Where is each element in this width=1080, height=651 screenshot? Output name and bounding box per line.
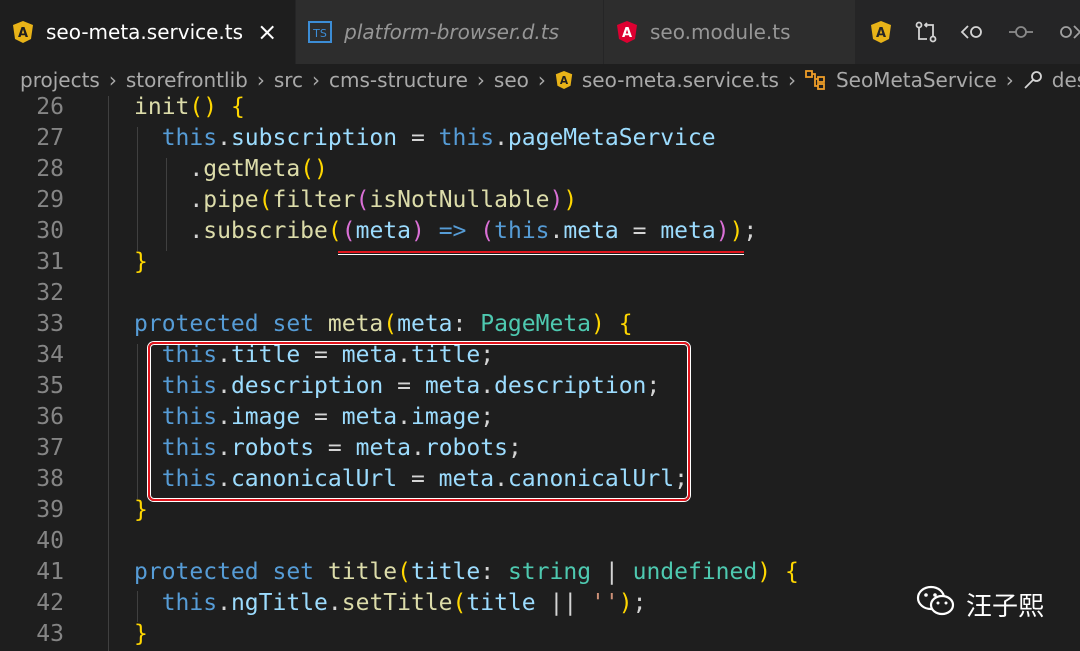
- tab-seo-module[interactable]: A seo.module.ts: [604, 0, 856, 64]
- wrench-icon: [1023, 70, 1043, 90]
- chevron-right-icon: ›: [1005, 68, 1014, 92]
- highlight-underline: [338, 251, 744, 255]
- editor-actions: A: [855, 0, 1080, 64]
- chevron-right-icon: ›: [476, 68, 485, 92]
- tab-label: seo.module.ts: [650, 20, 791, 44]
- watermark-text: 汪子熙: [966, 592, 1045, 622]
- angular-icon[interactable]: A: [870, 20, 892, 44]
- angular-icon: A: [555, 70, 573, 90]
- chevron-right-icon: ›: [787, 68, 796, 92]
- breadcrumb-item-property[interactable]: descripti: [1023, 68, 1080, 92]
- highlight-box: [148, 342, 690, 501]
- current-change-icon[interactable]: [1008, 20, 1034, 44]
- breadcrumb-item-storefrontlib[interactable]: storefrontlib: [126, 68, 248, 92]
- breadcrumb-item-projects[interactable]: projects: [20, 68, 100, 92]
- chevron-right-icon: ›: [108, 68, 117, 92]
- code-editor[interactable]: 26 init() { 27 this.subscription = this.p…: [0, 94, 1080, 651]
- chevron-right-icon: ›: [312, 68, 321, 92]
- tab-label: platform-browser.d.ts: [344, 20, 560, 44]
- code-line: 30 .subscribe((meta) => (this.meta = met…: [36, 218, 758, 244]
- code-line: 33 protected set meta(meta: PageMeta) {: [36, 311, 633, 337]
- ts-badge-text: TS: [312, 27, 327, 40]
- close-icon[interactable]: ×: [257, 18, 277, 46]
- breadcrumb-item-src[interactable]: src: [274, 68, 303, 92]
- angular-icon: A: [12, 20, 34, 44]
- svg-text:A: A: [560, 74, 569, 87]
- breadcrumb-item-seo[interactable]: seo: [494, 68, 529, 92]
- svg-text:A: A: [622, 26, 632, 41]
- breadcrumb-item-class[interactable]: SeoMetaService: [805, 68, 997, 92]
- breadcrumb-item-cms-structure[interactable]: cms-structure: [329, 68, 468, 92]
- previous-change-icon[interactable]: [960, 20, 986, 44]
- wechat-icon: [916, 584, 956, 625]
- editor-tab-bar: A seo-meta.service.ts × TS platform-brow…: [0, 0, 1080, 64]
- code-line: 26 init() {: [36, 94, 245, 120]
- code-line: 27 this.subscription = this.pageMetaServ…: [36, 125, 716, 151]
- svg-text:A: A: [876, 26, 886, 41]
- class-icon: [805, 70, 827, 90]
- angular-icon: A: [616, 20, 638, 44]
- chevron-right-icon: ›: [256, 68, 265, 92]
- breadcrumb-item-file[interactable]: A seo-meta.service.ts: [555, 68, 779, 92]
- svg-text:A: A: [18, 26, 28, 41]
- next-change-icon[interactable]: [1056, 20, 1080, 44]
- typescript-icon: TS: [308, 21, 333, 43]
- watermark: 汪子熙: [916, 584, 1044, 625]
- compare-changes-icon[interactable]: [914, 20, 938, 44]
- code-line: 28 .getMeta(): [36, 156, 328, 182]
- code-line: 40: [36, 528, 64, 554]
- tab-platform-browser[interactable]: TS platform-browser.d.ts: [296, 0, 605, 64]
- tab-seo-meta-service[interactable]: A seo-meta.service.ts ×: [0, 0, 297, 64]
- code-line: 32: [36, 280, 64, 306]
- chevron-right-icon: ›: [537, 68, 546, 92]
- code-line: 29 .pipe(filter(isNotNullable)): [36, 187, 578, 213]
- tab-label: seo-meta.service.ts: [46, 20, 244, 44]
